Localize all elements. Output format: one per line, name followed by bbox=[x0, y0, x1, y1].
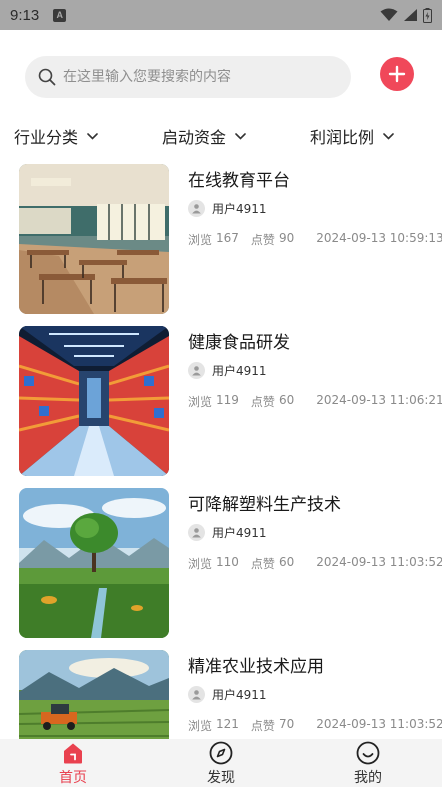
search-icon bbox=[37, 67, 57, 87]
chevron-down-icon bbox=[383, 132, 394, 140]
classroom-image bbox=[19, 164, 169, 314]
item-meta: 浏览 110 点赞 60 2024-09-13 11:03:52 bbox=[188, 555, 442, 572]
avatar bbox=[188, 200, 205, 217]
search-box[interactable] bbox=[25, 56, 351, 98]
filter-startup-capital[interactable]: 启动资金 bbox=[162, 124, 246, 148]
list-item[interactable]: 健康食品研发 用户4911 浏览 119 点赞 60 2024-09-13 11… bbox=[0, 326, 442, 476]
timestamp: 2024-09-13 11:06:21 bbox=[316, 393, 442, 407]
tab-home[interactable]: 首页 bbox=[23, 739, 123, 787]
avatar bbox=[188, 524, 205, 541]
avatar bbox=[188, 686, 205, 703]
item-title: 精准农业技术应用 bbox=[188, 657, 324, 677]
add-button[interactable] bbox=[380, 57, 414, 91]
user-icon bbox=[192, 366, 201, 376]
likes-count: 60 bbox=[278, 555, 295, 569]
author-name: 用户4911 bbox=[212, 364, 267, 378]
battery-icon bbox=[423, 7, 432, 23]
filter-label: 启动资金 bbox=[162, 128, 227, 147]
status-indicators bbox=[380, 7, 432, 23]
views-label: 浏览 bbox=[188, 557, 213, 571]
item-title: 健康食品研发 bbox=[188, 333, 290, 353]
user-icon bbox=[192, 204, 201, 214]
likes-count: 70 bbox=[278, 717, 295, 731]
filter-label: 利润比例 bbox=[310, 128, 375, 147]
item-title: 在线教育平台 bbox=[188, 171, 290, 191]
author-name: 用户4911 bbox=[212, 688, 267, 702]
views-count: 167 bbox=[216, 231, 239, 245]
filter-profit-ratio[interactable]: 利润比例 bbox=[310, 124, 394, 148]
likes-label: 点赞 bbox=[250, 719, 275, 733]
user-icon bbox=[192, 690, 201, 700]
search-input[interactable] bbox=[63, 69, 333, 85]
likes-label: 点赞 bbox=[250, 233, 275, 247]
item-meta: 浏览 119 点赞 60 2024-09-13 11:06:21 bbox=[188, 393, 442, 410]
list-item[interactable]: 在线教育平台 用户4911 浏览 167 点赞 90 2024-09-13 10… bbox=[0, 164, 442, 314]
tab-label: 首页 bbox=[59, 770, 87, 786]
author: 用户4911 bbox=[188, 362, 267, 379]
item-title: 可降解塑料生产技术 bbox=[188, 495, 341, 515]
item-meta: 浏览 121 点赞 70 2024-09-13 11:03:52 bbox=[188, 717, 442, 734]
signal-icon bbox=[404, 9, 417, 21]
filter-bar: 行业分类 启动资金 利润比例 bbox=[0, 124, 442, 150]
smile-icon bbox=[356, 741, 380, 765]
status-bar: 9:13 A bbox=[0, 0, 442, 30]
views-count: 121 bbox=[216, 717, 239, 731]
views-count: 119 bbox=[216, 393, 239, 407]
item-meta: 浏览 167 点赞 90 2024-09-13 10:59:13 bbox=[188, 231, 442, 248]
author-name: 用户4911 bbox=[212, 526, 267, 540]
tab-mine[interactable]: 我的 bbox=[318, 739, 418, 787]
status-time: 9:13 bbox=[10, 6, 40, 24]
avatar bbox=[188, 362, 205, 379]
plus-icon bbox=[388, 65, 406, 83]
likes-count: 60 bbox=[278, 393, 295, 407]
home-icon bbox=[61, 741, 85, 765]
tree-landscape-image bbox=[19, 488, 169, 638]
chevron-down-icon bbox=[87, 132, 98, 140]
views-label: 浏览 bbox=[188, 233, 213, 247]
author: 用户4911 bbox=[188, 200, 267, 217]
wifi-icon bbox=[380, 8, 398, 21]
tab-discover[interactable]: 发现 bbox=[171, 739, 271, 787]
likes-label: 点赞 bbox=[250, 395, 275, 409]
views-count: 110 bbox=[216, 555, 239, 569]
compass-icon bbox=[209, 741, 233, 765]
views-label: 浏览 bbox=[188, 719, 213, 733]
likes-label: 点赞 bbox=[250, 557, 275, 571]
search-row bbox=[25, 56, 417, 98]
supermarket-aisle-image bbox=[19, 326, 169, 476]
timestamp: 2024-09-13 11:03:52 bbox=[316, 555, 442, 569]
tab-label: 发现 bbox=[207, 770, 235, 786]
views-label: 浏览 bbox=[188, 395, 213, 409]
bottom-tab-bar: 首页 发现 我的 bbox=[0, 739, 442, 787]
filter-industry[interactable]: 行业分类 bbox=[14, 124, 98, 148]
tab-label: 我的 bbox=[354, 770, 382, 786]
notification-app-icon: A bbox=[53, 8, 67, 22]
filter-label: 行业分类 bbox=[14, 128, 79, 147]
author-name: 用户4911 bbox=[212, 202, 267, 216]
user-icon bbox=[192, 528, 201, 538]
timestamp: 2024-09-13 10:59:13 bbox=[316, 231, 442, 245]
author: 用户4911 bbox=[188, 686, 267, 703]
author: 用户4911 bbox=[188, 524, 267, 541]
timestamp: 2024-09-13 11:03:52 bbox=[316, 717, 442, 731]
list-item[interactable]: 可降解塑料生产技术 用户4911 浏览 110 点赞 60 2024-09-13… bbox=[0, 488, 442, 638]
likes-count: 90 bbox=[278, 231, 295, 245]
chevron-down-icon bbox=[235, 132, 246, 140]
